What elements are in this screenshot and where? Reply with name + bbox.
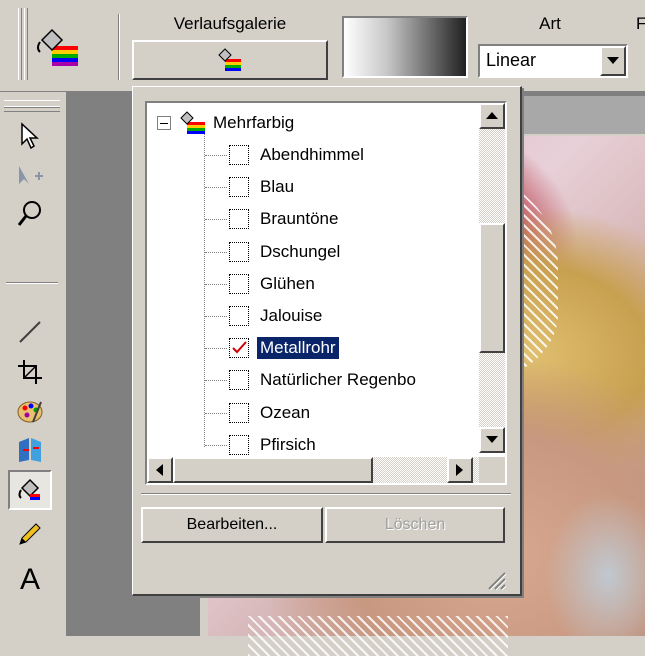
tree-connector [205,316,227,317]
panel-divider [141,493,511,495]
tree-item-label: Ozean [260,402,311,422]
top-toolbar: Verlaufsgalerie Art Linear F [0,0,645,92]
tree-connector [205,219,227,221]
gallery-panel: Mehrfarbig Abendhimmel Blau Brauntöne Dschu… [132,86,522,596]
type-select[interactable]: Linear [478,44,628,78]
line-icon[interactable] [10,314,50,350]
tree-item-checkbox[interactable] [229,273,249,294]
palette-icon[interactable] [10,394,50,430]
tree-item[interactable]: Blau [205,175,297,199]
gradient-preview[interactable] [342,16,468,78]
scroll-down-button[interactable] [479,427,505,453]
scroll-left-button[interactable] [147,457,173,483]
tree-connector [205,251,227,253]
tree-item-label: Jalouise [260,306,323,325]
tree-item-label: Blau [260,177,295,197]
collapse-toggle[interactable] [157,116,171,130]
resize-grip-icon [488,572,507,591]
gallery-dropdown-button[interactable] [132,40,328,80]
gradient-tool-button[interactable] [34,26,84,70]
gradient-tree[interactable]: Mehrfarbig Abendhimmel Blau Brauntöne Dschu… [145,101,507,485]
tree-connector [205,412,227,414]
tree-item[interactable]: Glühen [205,272,318,296]
tree-connector [205,155,227,156]
resize-grip[interactable] [483,567,507,591]
checkmark-icon [232,341,247,354]
crop-icon[interactable] [10,354,50,390]
cut-label: F [636,14,645,33]
tree-item[interactable]: Jalouise [205,304,325,328]
tree-root[interactable]: Mehrfarbig [157,111,294,135]
tree-item-checkbox[interactable] [229,145,249,165]
tree-item[interactable]: Pfirsich [205,433,319,457]
tree-item[interactable]: Metallrohr [205,336,340,361]
tree-root-label: Mehrfarbig [213,113,295,132]
chevron-up-icon [486,112,498,119]
tree-connector [205,283,227,285]
tool-separator [6,282,58,284]
scroll-right-button[interactable] [447,457,473,483]
tree-item-checkbox[interactable] [229,306,249,326]
tree-item-checkbox[interactable] [229,338,249,359]
tree-item-checkbox[interactable] [229,402,249,423]
tree-item[interactable]: Abendhimmel [205,143,367,167]
tree-connector [205,444,227,446]
vertical-scrollbar[interactable] [479,103,505,453]
tree-item[interactable]: Dschungel [205,240,343,264]
chevron-right-icon [456,464,463,476]
tree-item-checkbox[interactable] [229,434,249,455]
palette-grip-2 [4,106,60,112]
tree-item-label: Brauntöne [260,209,339,229]
tree-connector [205,348,227,350]
toolbar-grip-2 [24,8,28,80]
tree-item-label: Metallrohr [256,336,340,361]
paint-bucket-tool-button[interactable] [8,470,52,510]
gradient-fill-icon [37,28,78,66]
type-select-value: Linear [486,50,537,70]
tree-item[interactable]: Brauntöne [205,207,341,231]
tree-item-label: Pfirsich [260,434,316,454]
tree-item-label: Glühen [260,273,315,293]
edit-button[interactable]: Bearbeiten... [141,507,323,543]
scroll-h-thumb[interactable] [173,457,373,483]
tree-item[interactable]: Ozean [205,401,313,425]
tree-item-checkbox[interactable] [229,177,249,198]
selection-marquee-lower [248,616,508,656]
arrow-icon[interactable] [10,118,50,154]
tree-connector [205,380,227,382]
type-select-arrow[interactable] [600,46,626,76]
book-icon[interactable] [10,432,50,468]
horizontal-scrollbar[interactable] [147,457,483,483]
chevron-left-icon [156,464,163,476]
move-icon[interactable] [10,158,50,194]
scroll-corner [479,457,505,483]
text-icon[interactable]: A [10,562,50,598]
chevron-down-icon [486,436,498,443]
tree-item[interactable]: Natürlicher Regenbo [205,368,419,392]
gradient-folder-icon [180,111,205,134]
tree-item-checkbox[interactable] [229,241,249,262]
tree-connector [205,187,227,189]
type-label: Art [539,14,561,33]
tree-item-checkbox[interactable] [229,370,249,391]
tree-item-label: Abendhimmel [260,145,364,164]
tree-item-label: Natürlicher Regenbo [260,370,416,390]
gradient-fill-icon [218,48,241,71]
toolbar-grip[interactable] [18,8,22,80]
chevron-down-icon [607,57,619,64]
scroll-up-button[interactable] [479,103,505,129]
minus-icon [160,122,168,124]
tool-palette: A [0,92,64,636]
tree-item-checkbox[interactable] [229,209,249,230]
magnifier-icon[interactable] [10,196,50,232]
tree-content: Mehrfarbig Abendhimmel Blau Brauntöne Dschu… [147,103,477,455]
toolbar-separator [118,14,120,80]
gallery-label: Verlaufsgalerie [173,14,287,33]
scroll-thumb[interactable] [479,223,505,353]
tree-item-label: Dschungel [260,241,341,261]
paint-bucket-icon [18,478,40,500]
pencil-icon[interactable] [10,516,50,552]
delete-button[interactable]: Löschen [325,507,505,543]
